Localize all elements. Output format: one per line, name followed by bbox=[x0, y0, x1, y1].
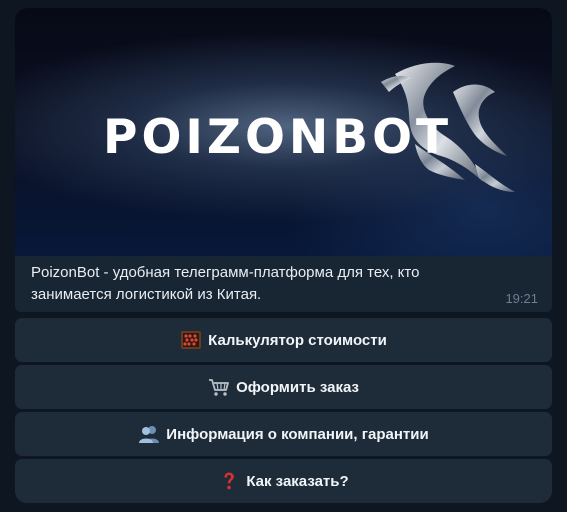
place-order-button-label: Оформить заказ bbox=[236, 378, 359, 396]
calculator-button-label: Калькулятор стоимости bbox=[208, 331, 387, 349]
place-order-button[interactable]: Оформить заказ bbox=[15, 365, 552, 409]
calculator-button[interactable]: Калькулятор стоимости bbox=[15, 318, 552, 362]
message-caption: PoizonBot - удобная телеграмм-платформа … bbox=[31, 264, 420, 303]
abacus-icon bbox=[180, 330, 202, 350]
how-to-order-button[interactable]: Как заказать? bbox=[15, 459, 552, 503]
red-question-mark-icon bbox=[218, 471, 240, 491]
banner-image[interactable]: POIZONBOT bbox=[15, 8, 552, 256]
company-info-button[interactable]: Информация о компании, гарантии bbox=[15, 412, 552, 456]
bot-message: POIZONBOT PoizonBot - удобная телеграмм-… bbox=[15, 8, 552, 312]
busts-in-silhouette-icon bbox=[138, 424, 160, 444]
shopping-cart-icon bbox=[208, 377, 230, 397]
how-to-order-button-label: Как заказать? bbox=[246, 472, 349, 490]
message-time: 19:21 bbox=[505, 291, 538, 306]
banner-title: POIZONBOT bbox=[103, 110, 453, 165]
company-info-button-label: Информация о компании, гарантии bbox=[166, 425, 429, 443]
